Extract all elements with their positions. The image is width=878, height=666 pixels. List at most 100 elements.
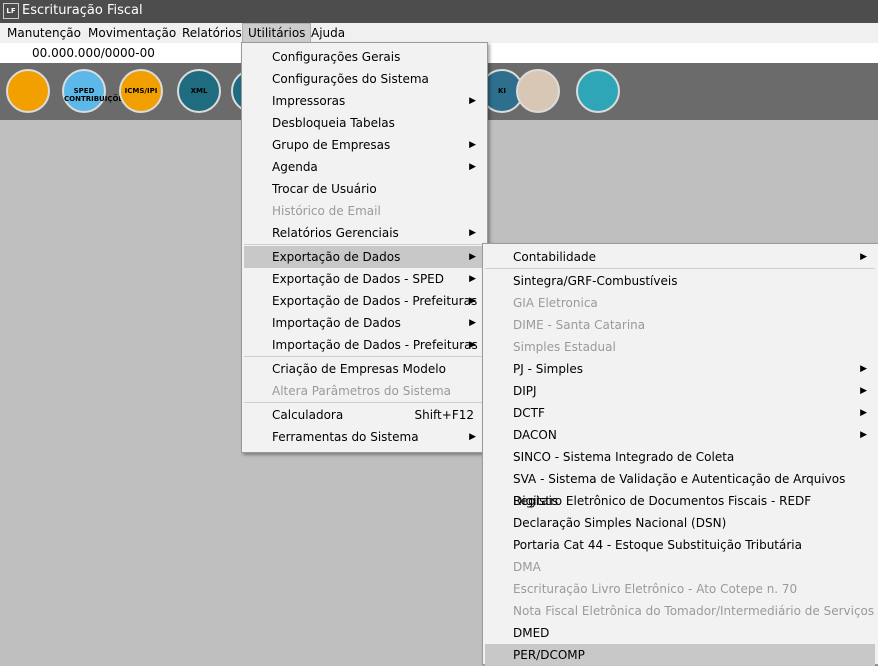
submenu-item-gia-eletronica: GIA Eletronica (485, 292, 875, 314)
submenu-item-label: DACON (513, 428, 557, 442)
submenu-item-contabilidade[interactable]: Contabilidade ▶ (485, 246, 875, 268)
submenu-item-label: Simples Estadual (513, 340, 616, 354)
shortcut-text: Shift+F12 (414, 408, 474, 422)
icms-ipi-label: ICMS/IPI (124, 87, 158, 95)
menu-item-label: Relatórios Gerenciais (272, 226, 399, 240)
menu-utilitarios[interactable]: Utilitários (242, 23, 312, 43)
submenu-arrow-icon: ▶ (860, 252, 867, 262)
submenu-item-registro-eletronico-de-documentos-fiscais-redf[interactable]: Registro Eletrônico de Documentos Fiscai… (485, 490, 875, 512)
submenu-item-label: Nota Fiscal Eletrônica do Tomador/Interm… (513, 604, 875, 618)
menu-item-label: Desbloqueia Tabelas (272, 116, 395, 130)
menu-item-criacao-de-empresas-modelo[interactable]: Criação de Empresas Modelo (244, 358, 484, 380)
submenu-item-label: Portaria Cat 44 - Estoque Substituição T… (513, 538, 802, 552)
submenu-item-nota-fiscal-eletronica-do-tomador-intermediario-de-servicos: Nota Fiscal Eletrônica do Tomador/Interm… (485, 600, 875, 622)
utilitarios-menu: Configurações Gerais Configurações do Sis… (241, 42, 488, 453)
menu-item-configuracoes-do-sistema[interactable]: Configurações do Sistema (244, 68, 484, 90)
submenu-item-sinco-sistema-integrado-de-coleta[interactable]: SINCO - Sistema Integrado de Coleta (485, 446, 875, 468)
submenu-item-label: Contabilidade (513, 250, 596, 264)
submenu-item-label: Sintegra/GRF-Combustíveis (513, 274, 678, 288)
menu-item-calculadora[interactable]: Calculadora Shift+F12 (244, 404, 484, 426)
menu-item-label: Ferramentas do Sistema (272, 430, 419, 444)
menu-item-label: Grupo de Empresas (272, 138, 391, 152)
menu-item-agenda[interactable]: Agenda ▶ (244, 156, 484, 178)
submenu-arrow-icon: ▶ (469, 140, 476, 150)
menu-item-label: Impressoras (272, 94, 346, 108)
title-bar: LF Escrituração Fiscal (0, 0, 878, 23)
submenu-item-label: Registro Eletrônico de Documentos Fiscai… (513, 494, 812, 508)
exportacao-submenu: Contabilidade ▶ Sintegra/GRF-Combustíveis G… (482, 243, 878, 666)
menu-bar: Manutenção Movimentação Relatórios Utili… (0, 23, 878, 43)
submenu-item-sintegra-grf-combustiveis[interactable]: Sintegra/GRF-Combustíveis (485, 270, 875, 292)
menu-relatorios[interactable]: Relatórios (177, 23, 247, 43)
menu-item-configuracoes-gerais[interactable]: Configurações Gerais (244, 46, 484, 68)
menu-separator (244, 402, 484, 403)
menu-ajuda[interactable]: Ajuda (306, 23, 350, 43)
submenu-item-label: DCTF (513, 406, 545, 420)
menu-separator (485, 268, 875, 269)
menu-item-relatorios-gerenciais[interactable]: Relatórios Gerenciais ▶ (244, 222, 484, 244)
submenu-item-dime-santa-catarina: DIME - Santa Catarina (485, 314, 875, 336)
submenu-item-dctf[interactable]: DCTF ▶ (485, 402, 875, 424)
menu-item-label: Trocar de Usuário (272, 182, 377, 196)
menu-item-label: Agenda (272, 160, 318, 174)
submenu-item-label: PER/DCOMP (513, 648, 585, 662)
submenu-item-simples-estadual: Simples Estadual (485, 336, 875, 358)
menu-item-ferramentas-do-sistema[interactable]: Ferramentas do Sistema ▶ (244, 426, 484, 448)
submenu-arrow-icon: ▶ (469, 162, 476, 172)
submenu-item-label: PJ - Simples (513, 362, 583, 376)
submenu-arrow-icon: ▶ (860, 430, 867, 440)
submenu-item-dma: DMA (485, 556, 875, 578)
menu-item-label: Exportação de Dados - SPED (272, 272, 444, 286)
menu-item-exportacao-de-dados-prefeituras[interactable]: Exportação de Dados - Prefeituras ▶ (244, 290, 484, 312)
xml-label: XML (190, 87, 208, 95)
avatar-icon[interactable] (516, 69, 560, 113)
menu-movimentacao[interactable]: Movimentação (83, 23, 181, 43)
submenu-item-dmed[interactable]: DMED (485, 622, 875, 644)
menu-item-label: Importação de Dados - Prefeituras (272, 338, 478, 352)
menu-item-importacao-de-dados[interactable]: Importação de Dados ▶ (244, 312, 484, 334)
submenu-item-declaracao-simples-nacional-dsn[interactable]: Declaração Simples Nacional (DSN) (485, 512, 875, 534)
submenu-item-dipj[interactable]: DIPJ ▶ (485, 380, 875, 402)
sped-contribuicoes-label: SPED CONTRIBUIÇÕES (64, 87, 129, 103)
submenu-item-dacon[interactable]: DACON ▶ (485, 424, 875, 446)
building-icon[interactable] (6, 69, 50, 113)
submenu-arrow-icon: ▶ (469, 228, 476, 238)
submenu-item-label: Declaração Simples Nacional (DSN) (513, 516, 727, 530)
submenu-arrow-icon: ▶ (469, 432, 476, 442)
menu-separator (244, 244, 484, 245)
menu-item-exportacao-de-dados-sped[interactable]: Exportação de Dados - SPED ▶ (244, 268, 484, 290)
submenu-item-escrituracao-livro-eletronico-ato-cotepe-n-70: Escrituração Livro Eletrônico - Ato Cote… (485, 578, 875, 600)
menu-item-label: Calculadora (272, 408, 344, 422)
menu-item-importacao-de-dados-prefeituras[interactable]: Importação de Dados - Prefeituras ▶ (244, 334, 484, 356)
xml-icon[interactable]: XML (177, 69, 221, 113)
menu-item-desbloqueia-tabelas[interactable]: Desbloqueia Tabelas (244, 112, 484, 134)
menu-separator (244, 356, 484, 357)
submenu-item-label: SINCO - Sistema Integrado de Coleta (513, 450, 735, 464)
submenu-arrow-icon: ▶ (469, 274, 476, 284)
submenu-item-label: Escrituração Livro Eletrônico - Ato Cote… (513, 582, 798, 596)
menu-item-grupo-de-empresas[interactable]: Grupo de Empresas ▶ (244, 134, 484, 156)
submenu-arrow-icon: ▶ (860, 386, 867, 396)
window-title: Escrituração Fiscal (22, 3, 143, 18)
menu-manutencao[interactable]: Manutenção (2, 23, 86, 43)
icms-ipi-icon[interactable]: ICMS/IPI (119, 69, 163, 113)
submenu-item-portaria-cat-44-estoque-substituicao-tributaria[interactable]: Portaria Cat 44 - Estoque Substituição T… (485, 534, 875, 556)
menu-item-trocar-de-usuario[interactable]: Trocar de Usuário (244, 178, 484, 200)
submenu-item-sva-sistema-de-validacao-e-autenticacao-de-arquivos-digitais[interactable]: SVA - Sistema de Validação e Autenticaçã… (485, 468, 875, 508)
submenu-arrow-icon: ▶ (860, 408, 867, 418)
company-cnpj: 00.000.000/0000-00 (32, 46, 155, 60)
menu-item-altera-parametros-do-sistema: Altera Parâmetros do Sistema (244, 380, 484, 402)
submenu-item-label: GIA Eletronica (513, 296, 598, 310)
submenu-item-label: DMA (513, 560, 541, 574)
menu-item-exportacao-de-dados[interactable]: Exportação de Dados ▶ (244, 246, 484, 268)
submenu-item-pj-simples[interactable]: PJ - Simples ▶ (485, 358, 875, 380)
menu-item-historico-de-email: Histórico de Email (244, 200, 484, 222)
menu-item-label: Configurações do Sistema (272, 72, 429, 86)
menu-item-label: Importação de Dados (272, 316, 401, 330)
menu-item-label: Criação de Empresas Modelo (272, 362, 446, 376)
sped-contribuicoes-icon[interactable]: SPED CONTRIBUIÇÕES (62, 69, 129, 113)
submenu-arrow-icon: ▶ (469, 296, 476, 306)
menu-item-impressoras[interactable]: Impressoras ▶ (244, 90, 484, 112)
submenu-item-label: DIME - Santa Catarina (513, 318, 646, 332)
gavel-icon[interactable] (576, 69, 620, 113)
